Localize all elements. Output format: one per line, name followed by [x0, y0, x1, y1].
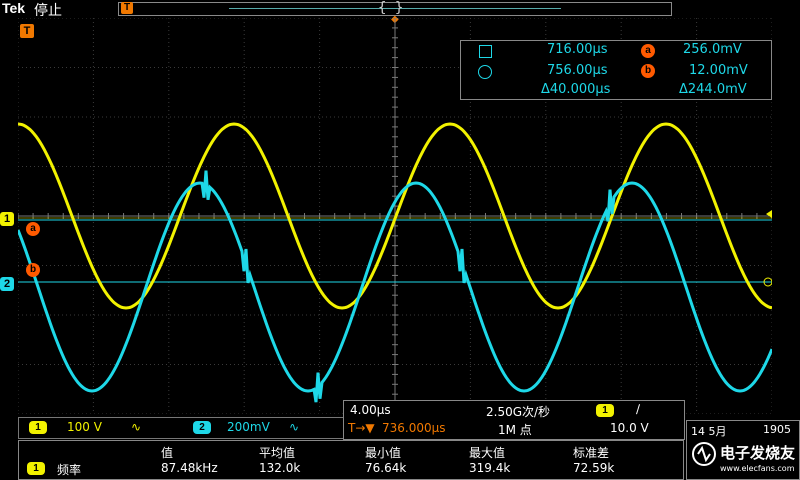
ch1-ground-marker[interactable]: 1	[0, 212, 14, 226]
trigger-slope-icon: ∕	[636, 402, 641, 416]
horizontal-trigger-panel[interactable]: 4.00µs 2.50G次/秒 1 ∕ T→▼ 736.000µs 1M 点 1…	[343, 400, 685, 440]
brand-logo: Tek	[2, 0, 26, 16]
ch1-chip[interactable]: 1	[29, 421, 47, 434]
meas-header-stddev: 标准差	[573, 446, 610, 460]
cursor-a-value: 256.0mV	[683, 42, 742, 57]
cursor-readout: 716.00µs 756.00µs Δ40.000µs a b 256.0mV …	[460, 40, 772, 100]
meas-min: 76.64k	[365, 461, 407, 475]
date: 14 5月	[691, 425, 727, 438]
time: 1905	[763, 423, 791, 436]
meas-max: 319.4k	[469, 461, 511, 475]
timebase[interactable]: 4.00µs	[350, 403, 391, 417]
trigger-source-chip[interactable]: 1	[596, 404, 614, 417]
ch2-chip[interactable]: 2	[193, 421, 211, 434]
meas-header-min: 最小值	[365, 446, 402, 460]
measurement-panel: 值 平均值 最小值 最大值 标准差 1 频率 87.48kHz 132.0k 7…	[18, 440, 684, 480]
watermark-text: 电子发烧友	[720, 444, 795, 462]
watermark-logo-icon: 电子发烧友 www.elecfans.com	[692, 442, 795, 473]
meas-header-max: 最大值	[469, 446, 506, 460]
meas-mean: 132.0k	[259, 461, 301, 475]
grid-trigger-marker: T	[20, 24, 34, 38]
meas-label: 频率	[57, 463, 82, 477]
cursor2-time: 756.00µs	[547, 63, 608, 78]
meas-value: 87.48kHz	[161, 461, 218, 475]
cursor-b-badge: b	[641, 64, 655, 78]
meas-header-mean: 平均值	[259, 446, 296, 460]
sample-rate: 2.50G次/秒	[486, 405, 551, 419]
ch2-coupling-icon: ∿	[289, 420, 300, 434]
watermark-url: www.elecfans.com	[720, 464, 795, 473]
channel-settings-bar[interactable]: 1 100 V ∿ 2 200mV ∿	[18, 417, 344, 439]
cursor-delta-time: Δ40.000µs	[541, 82, 611, 97]
meas-header-value: 值	[161, 446, 174, 460]
ch1-scale[interactable]: 100 V	[67, 420, 102, 434]
trigger-level-arrow-icon	[766, 210, 772, 218]
cursor-b-marker[interactable]: b	[26, 263, 40, 277]
cursor1-time: 716.00µs	[547, 42, 608, 57]
cursor-a-marker[interactable]: a	[26, 222, 40, 236]
top-status-bar: Tek 停止 T { } ◆	[0, 0, 800, 25]
ch2-ground-marker[interactable]: 2	[0, 277, 14, 291]
trigger-level[interactable]: 10.0 V	[610, 421, 649, 435]
cursor-delta-value: Δ244.0mV	[679, 82, 747, 97]
cursor-b-value: 12.00mV	[689, 63, 748, 78]
cursor-a-badge: a	[641, 44, 655, 58]
acquisition-state: 停止	[34, 3, 62, 19]
trigger-position[interactable]: 736.000µs	[382, 421, 446, 435]
trigger-position-marker: T	[121, 2, 133, 14]
meas-channel-chip: 1	[27, 462, 45, 475]
cursor2-circle-icon	[478, 65, 492, 79]
cursor1-square-icon	[479, 45, 492, 58]
ch2-scale[interactable]: 200mV	[227, 420, 270, 434]
trigger-position-prefix: T→▼	[348, 421, 375, 435]
ch1-coupling-icon: ∿	[131, 420, 142, 434]
record-length: 1M 点	[498, 423, 532, 437]
meas-stddev: 72.59k	[573, 461, 615, 475]
